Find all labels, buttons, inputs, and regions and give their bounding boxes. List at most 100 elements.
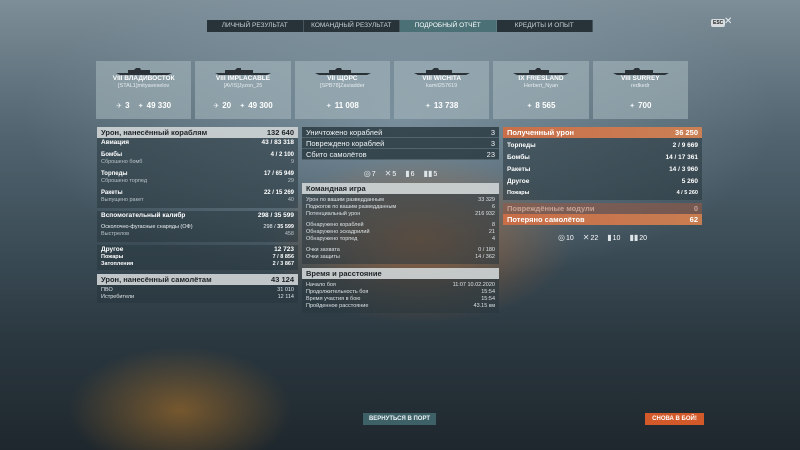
- damage-icon: ✦: [424, 102, 431, 110]
- tab-team-result[interactable]: КОМАНДНЫЙ РЕЗУЛЬТАТ: [303, 20, 400, 32]
- received-torpedoes-row: Торпеды 2 / 9 669: [503, 140, 702, 152]
- received-ribbons-row: ◎10 ✕22 ▮10 ▮▮20: [503, 230, 702, 244]
- plane-icon: ✈: [116, 102, 123, 110]
- row-label: Осколочно-фугасные снаряды (ОФ): [101, 224, 193, 230]
- header-value: 43 124: [271, 275, 294, 284]
- header-label: Полученный урон: [507, 128, 575, 137]
- secondary-battery-row: Вспомогательный калибр 298 / 35 599: [97, 211, 298, 220]
- time-row: Начало боя 11:07 10.02.2020: [302, 282, 499, 289]
- return-to-port-button[interactable]: ВЕРНУТЬСЯ В ПОРТ: [363, 413, 436, 425]
- header-label: Время и расстояние: [306, 269, 382, 278]
- ship-card[interactable]: VIII ВЛАДИВОСТОК [STAL1]mityaveselov ✈ 3 …: [96, 61, 192, 119]
- tab-detailed-report[interactable]: ПОДРОБНЫЙ ОТЧЁТ: [400, 20, 497, 32]
- cross-icon: ✕: [384, 168, 392, 178]
- damage-icon: ✦: [325, 102, 332, 110]
- row-label: Продолжительность боя: [306, 289, 369, 295]
- header-label: Урон, нанесённый самолётам: [101, 275, 212, 284]
- row-value: 23: [486, 150, 495, 159]
- row-value: 4: [491, 236, 495, 242]
- battle-again-button[interactable]: СНОВА В БОЙ!: [645, 413, 704, 425]
- row-label: Авиация: [101, 139, 130, 146]
- rocket-icon: ▮▮: [423, 168, 433, 178]
- ribbon: ▮▮20: [629, 233, 647, 242]
- team-row: Обнаружено эскадрилий 21: [302, 229, 499, 236]
- ship-name: VIII SURREY: [620, 75, 660, 82]
- ship-stats: ✈ 20 ✦ 49 300: [199, 101, 286, 110]
- row-value: 83 318: [274, 139, 294, 146]
- row-label: Очки защиты: [306, 254, 340, 260]
- ship-card[interactable]: VIII IMPLACABLE [AVIS]Jyzon_25 ✈ 20 ✦ 49 3…: [195, 61, 291, 119]
- row-value: 15 269: [275, 190, 294, 196]
- row-value: 12 723: [274, 246, 294, 253]
- ship-damage: 49 330: [146, 101, 172, 110]
- other-damage-block: Другое 12 723 Пожары 7 / 8 856 Затопления 2…: [97, 245, 298, 270]
- damage-to-ships-header: Урон, нанесённый кораблям 132 640: [97, 127, 298, 138]
- row-label: Вспомогательный калибр: [101, 212, 186, 219]
- row-value: 216 932: [475, 211, 495, 217]
- close-icon[interactable]: ✕: [724, 16, 732, 27]
- row-label: Повреждено кораблей: [306, 139, 385, 148]
- row-count: 43 /: [261, 139, 273, 146]
- damage-received-panel: Полученный урон 36 250 Торпеды 2 / 9 669 Б…: [503, 127, 702, 244]
- planes-shot-down-row: Сбито самолётов 23: [302, 149, 499, 160]
- tab-personal-result[interactable]: ЛИЧНЫЙ РЕЗУЛЬТАТ: [207, 20, 304, 32]
- torpedo-icon: ▮: [405, 168, 410, 178]
- row-value: 33 329: [478, 197, 495, 203]
- ribbon-value: 6: [410, 170, 415, 178]
- row-label: Затопления: [101, 261, 134, 267]
- torpedoes-dropped-row: Сброшено торпед 29: [97, 178, 298, 185]
- damage-icon: ✦: [239, 102, 246, 110]
- ship-card[interactable]: VII ЩОРС [SPB78]Zaviadder ✦ 11 008: [294, 61, 390, 119]
- time-row: Время участия в бою 15:54: [302, 296, 499, 303]
- row-value: 11:07 10.02.2020: [452, 282, 495, 288]
- row-label: Сброшено торпед: [101, 178, 148, 184]
- row-label: Сброшено бомб: [101, 159, 143, 165]
- row-count: 2 /: [272, 261, 279, 267]
- bombs-row: Бомбы 4 / 2 100: [97, 151, 298, 159]
- ship-damage: 13 738: [433, 101, 459, 110]
- row-count: 14 /: [665, 154, 677, 161]
- row-value: 43.15 км: [473, 303, 495, 309]
- rockets-fired-row: Выпущено ракет 40: [97, 197, 298, 204]
- row-count: 22 /: [263, 190, 274, 196]
- row-value: 5 260: [681, 178, 698, 185]
- damaged-modules-header: Повреждённые модули 0: [503, 203, 702, 214]
- ship-player: redkedr: [630, 83, 650, 89]
- crosshair-icon: ◎: [363, 168, 371, 178]
- damage-icon: ✦: [629, 102, 636, 110]
- ship-player: [SPB78]Zaviadder: [320, 83, 365, 89]
- received-rockets-row: Ракеты 14 / 3 960: [503, 164, 702, 176]
- torpedo-icon: ▮: [607, 232, 612, 242]
- row-value: 21: [488, 229, 495, 235]
- header-value: 62: [689, 215, 698, 224]
- ship-silhouette-icon: [513, 68, 570, 75]
- ship-stats: ✦ 11 008: [299, 101, 386, 110]
- row-label: Поджогов по вашим разведданным: [306, 204, 397, 210]
- ship-name: VIII ВЛАДИВОСТОК: [112, 75, 175, 82]
- ship-card[interactable]: VIII WICHITA kamil257619 ✦ 13 738: [393, 61, 490, 119]
- time-row: Продолжительность боя 15:54: [302, 289, 499, 296]
- tab-bar: ЛИЧНЫЙ РЕЗУЛЬТАТ КОМАНДНЫЙ РЕЗУЛЬТАТ ПОД…: [207, 20, 593, 32]
- row-label: ПВО: [101, 287, 113, 293]
- received-bombs-row: Бомбы 14 / 17 361: [503, 152, 702, 164]
- ship-name: IX FRIESLAND: [518, 75, 564, 82]
- ribbon: ▮10: [607, 233, 620, 242]
- row-count: 2 /: [672, 142, 680, 149]
- cross-icon: ✕: [582, 232, 590, 242]
- tab-credits-xp[interactable]: КРЕДИТЫ И ОПЫТ: [496, 20, 593, 32]
- ship-card[interactable]: IX FRIESLAND Herbert_Nyan ✦ 8 565: [493, 61, 589, 119]
- row-label: Другое: [101, 246, 124, 253]
- torpedoes-row: Торпеды 17 / 65 949: [97, 170, 298, 178]
- secondary-battery-block: Вспомогательный калибр 298 / 35 599 Оскол…: [97, 211, 298, 242]
- ship-damage: 8 565: [535, 101, 556, 110]
- row-count: 7 /: [272, 254, 279, 260]
- rockets-row: Ракеты 22 / 15 269: [97, 189, 298, 197]
- row-value: 15:54: [481, 289, 495, 295]
- ship-card[interactable]: VIII SURREY redkedr ✦ 700: [592, 61, 688, 119]
- ribbon-value: 5: [433, 170, 438, 178]
- fires-row: Пожары 7 / 8 856: [97, 254, 298, 261]
- team-row: Потенциальный урон 216 932: [302, 211, 499, 218]
- ship-damage: 11 008: [334, 101, 359, 110]
- ship-silhouette-icon: [612, 68, 669, 75]
- ribbon-value: 10: [612, 234, 621, 242]
